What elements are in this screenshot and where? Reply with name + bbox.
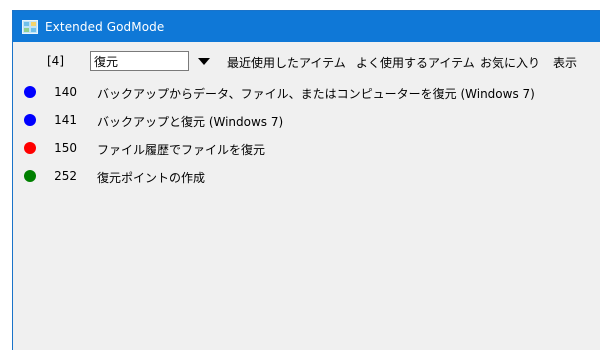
list-item[interactable]: 252 復元ポイントの作成 bbox=[13, 168, 600, 196]
menu-frequent-items[interactable]: よく使用するアイテム bbox=[356, 54, 475, 71]
toolbar: [4] 最近使用したアイテム よく使用するアイテム お気に入り 表示 bbox=[13, 51, 600, 73]
status-dot-icon bbox=[24, 86, 36, 98]
window-title: Extended GodMode bbox=[45, 19, 165, 34]
list-item[interactable]: 140 バックアップからデータ、ファイル、またはコンピューターを復元 (Wind… bbox=[13, 84, 600, 112]
item-label: ファイル履歴でファイルを復元 bbox=[97, 143, 266, 157]
item-id: 140 bbox=[54, 85, 77, 99]
menu-favorites[interactable]: お気に入り bbox=[480, 54, 540, 71]
item-id: 252 bbox=[54, 169, 77, 183]
app-icon bbox=[22, 19, 38, 35]
item-id: 141 bbox=[54, 113, 77, 127]
status-dot-icon bbox=[24, 114, 36, 126]
status-dot-icon bbox=[24, 142, 36, 154]
results-list: 140 バックアップからデータ、ファイル、またはコンピューターを復元 (Wind… bbox=[13, 84, 600, 196]
list-item[interactable]: 141 バックアップと復元 (Windows 7) bbox=[13, 112, 600, 140]
item-label: バックアップからデータ、ファイル、またはコンピューターを復元 (Windows … bbox=[97, 87, 535, 101]
item-id: 150 bbox=[54, 141, 77, 155]
menu-view[interactable]: 表示 bbox=[553, 54, 577, 71]
search-input[interactable] bbox=[90, 51, 189, 71]
item-label: バックアップと復元 (Windows 7) bbox=[97, 115, 284, 129]
menu-recent-items[interactable]: 最近使用したアイテム bbox=[227, 54, 346, 71]
list-item[interactable]: 150 ファイル履歴でファイルを復元 bbox=[13, 140, 600, 168]
result-count: [4] bbox=[47, 54, 64, 68]
title-bar[interactable]: Extended GodMode bbox=[13, 11, 600, 42]
app-window: Extended GodMode [4] 最近使用したアイテム よく使用するアイ… bbox=[12, 10, 600, 350]
dropdown-arrow-icon[interactable] bbox=[198, 58, 210, 65]
status-dot-icon bbox=[24, 170, 36, 182]
item-label: 復元ポイントの作成 bbox=[97, 171, 206, 185]
